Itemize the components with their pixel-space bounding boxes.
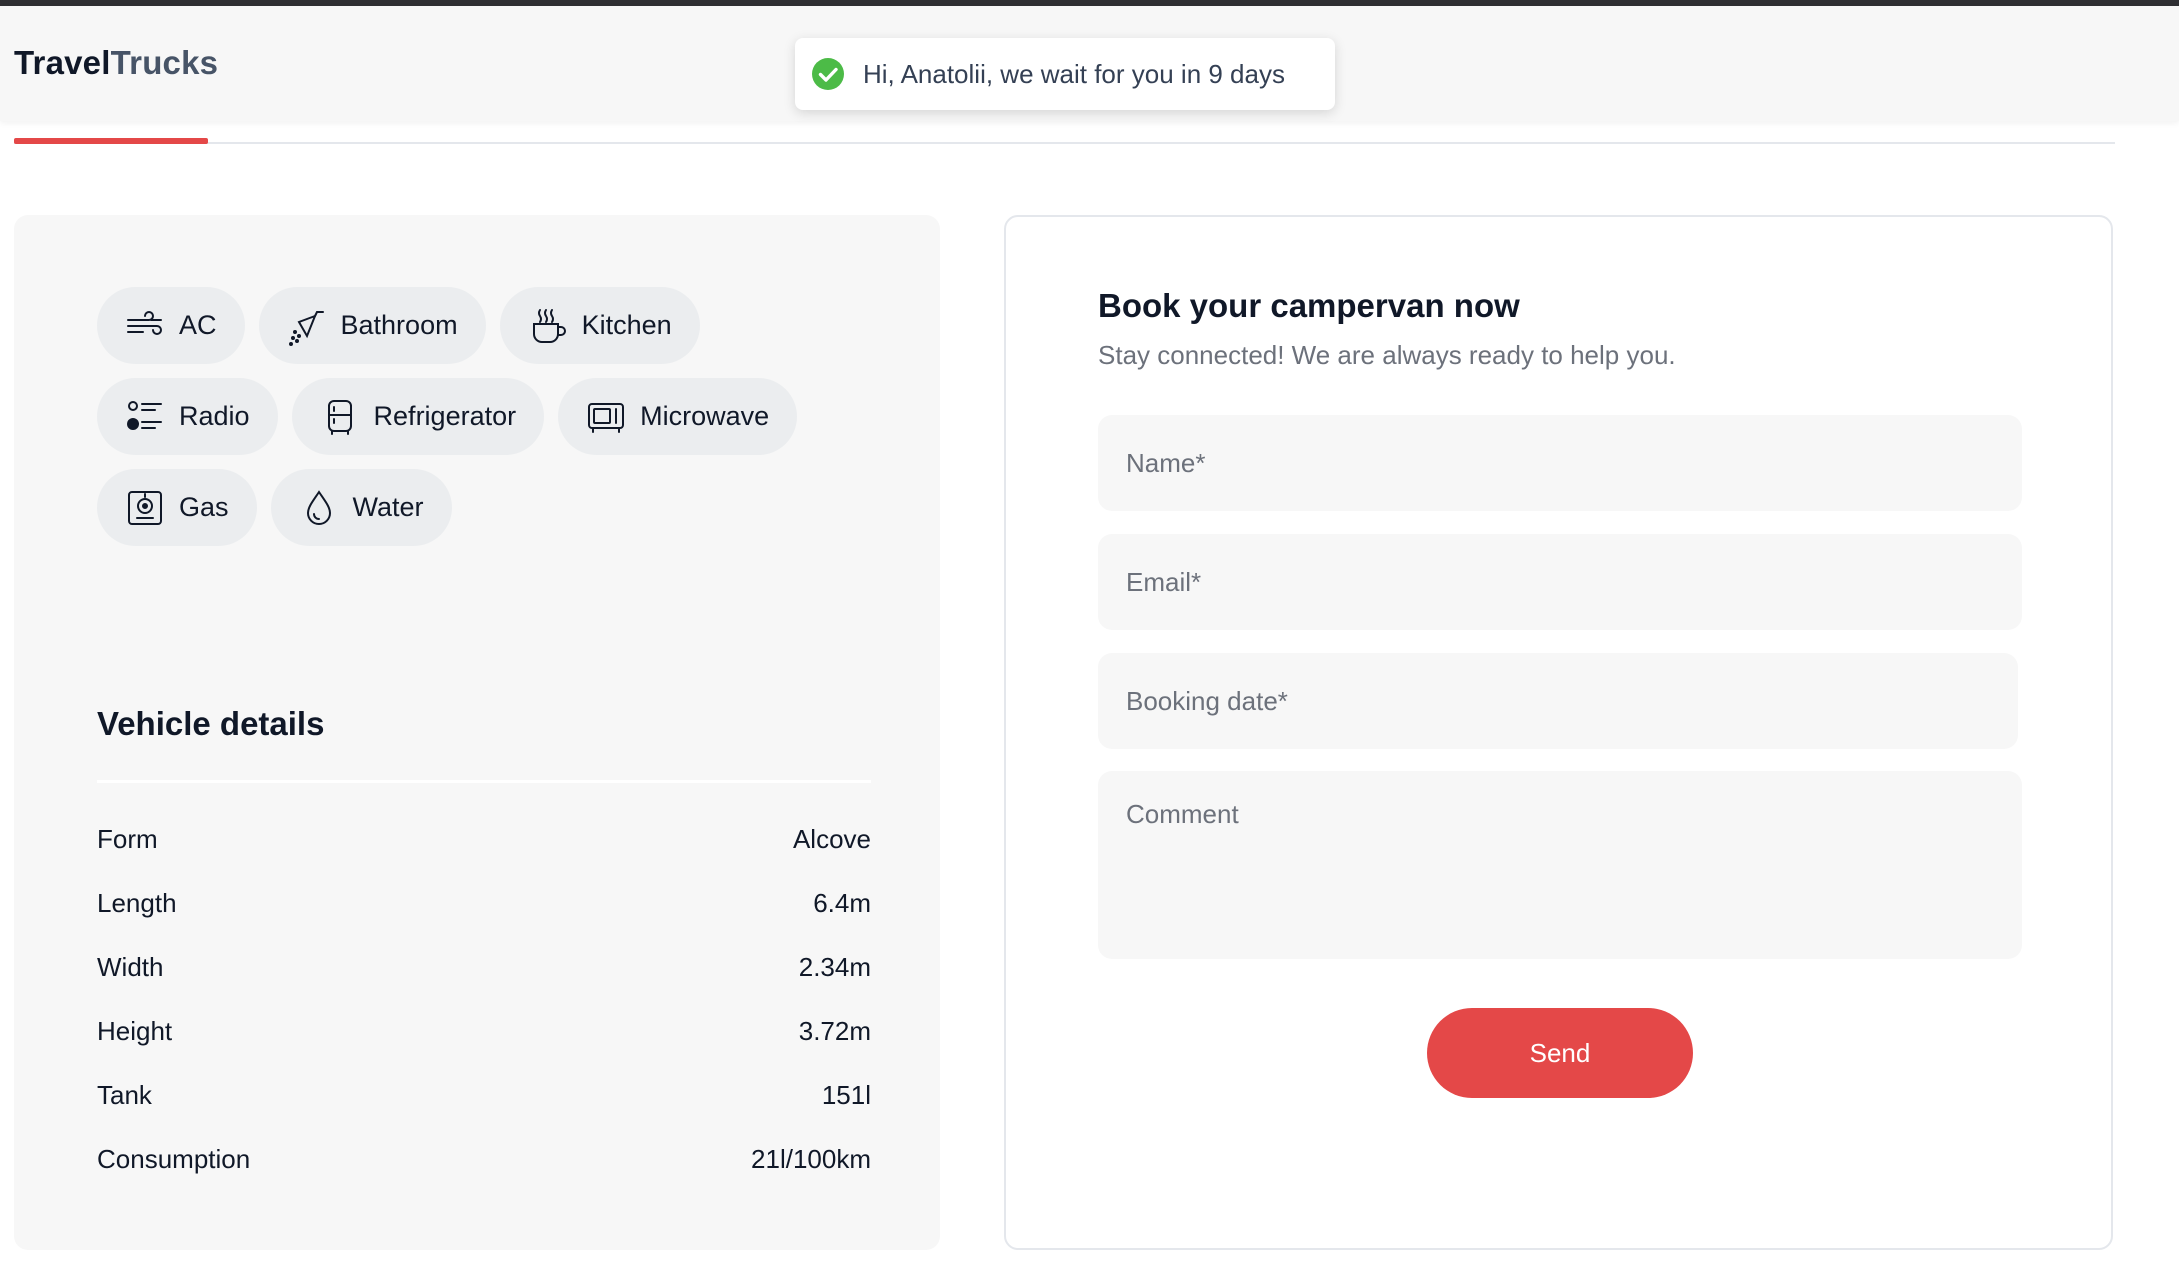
logo-travel: Travel [14,44,111,81]
feature-label: Radio [179,401,250,431]
feature-chip-water: Water [270,469,452,546]
detail-label: Tank [97,1079,152,1110]
feature-label: Refrigerator [373,401,517,431]
feature-chip-ac: AC [97,287,245,364]
feature-chip-kitchen: Kitchen [499,287,700,364]
email-input[interactable] [1098,534,2022,630]
shower-icon [288,310,324,346]
detail-value: Alcove [792,823,871,854]
feature-chip-refrigerator: Refrigerator [291,378,545,455]
feature-chip-microwave: Microwave [558,378,798,455]
detail-label: Length [97,887,177,918]
name-input[interactable] [1098,415,2022,511]
droplet-icon [306,489,331,525]
booking-form-subtitle: Stay connected! We are always ready to h… [1098,340,1676,370]
detail-value: 151l [821,1079,871,1110]
toast-message: Hi, Anatolii, we wait for you in 9 days [863,58,1285,89]
detail-value: 6.4m [813,887,871,918]
wind-icon [127,310,162,335]
feature-chips: AC Bathroom Kitchen Radio Refrigerator M… [97,287,897,560]
logo-trucks: Trucks [110,44,219,81]
logo[interactable]: TravelTrucks [14,44,218,82]
detail-value: 21l/100km [751,1143,871,1174]
booking-date-input[interactable] [1098,653,2018,749]
detail-row: Width 2.34m [97,935,871,999]
feature-label: Bathroom [340,310,458,340]
vehicle-details-divider [97,780,871,783]
detail-row: Form Alcove [97,807,871,871]
radio-icon [127,400,162,430]
detail-row: Height 3.72m [97,999,871,1063]
vehicle-details-title: Vehicle details [97,705,325,742]
check-circle-icon [811,57,845,91]
detail-row: Length 6.4m [97,871,871,935]
feature-label: Gas [179,492,229,522]
active-tab-indicator [14,138,208,144]
detail-row: Tank 151l [97,1063,871,1127]
cup-hot-icon [532,308,566,343]
detail-label: Height [97,1015,173,1046]
feature-label: Kitchen [581,310,672,340]
feature-label: Microwave [640,401,770,431]
features-panel: AC Bathroom Kitchen Radio Refrigerator M… [14,215,940,1250]
tabs-underline [14,142,2115,144]
feature-chip-gas: Gas [97,469,257,546]
vehicle-details-table: Form Alcove Length 6.4m Width 2.34m Heig… [97,807,871,1191]
feature-label: Water [352,492,424,522]
comment-textarea[interactable] [1098,771,2022,959]
site-header: TravelTrucks Hi, Anatolii, we wait for y… [0,6,2179,121]
stove-icon [128,490,162,525]
microwave-icon [588,402,625,433]
feature-chip-radio: Radio [97,378,278,455]
fridge-icon [327,399,352,435]
detail-value: 3.72m [798,1015,871,1046]
feature-chip-bathroom: Bathroom [258,287,486,364]
detail-label: Form [97,823,158,854]
detail-value: 2.34m [798,951,871,982]
feature-label: AC [179,310,217,340]
toast-notification: Hi, Anatolii, we wait for you in 9 days [795,38,1335,110]
booking-form-panel: Book your campervan now Stay connected! … [1004,215,2113,1250]
detail-label: Width [97,951,164,982]
send-button[interactable]: Send [1427,1008,1693,1098]
detail-label: Consumption [97,1143,251,1174]
booking-form-title: Book your campervan now [1098,287,1520,324]
detail-row: Consumption 21l/100km [97,1127,871,1191]
